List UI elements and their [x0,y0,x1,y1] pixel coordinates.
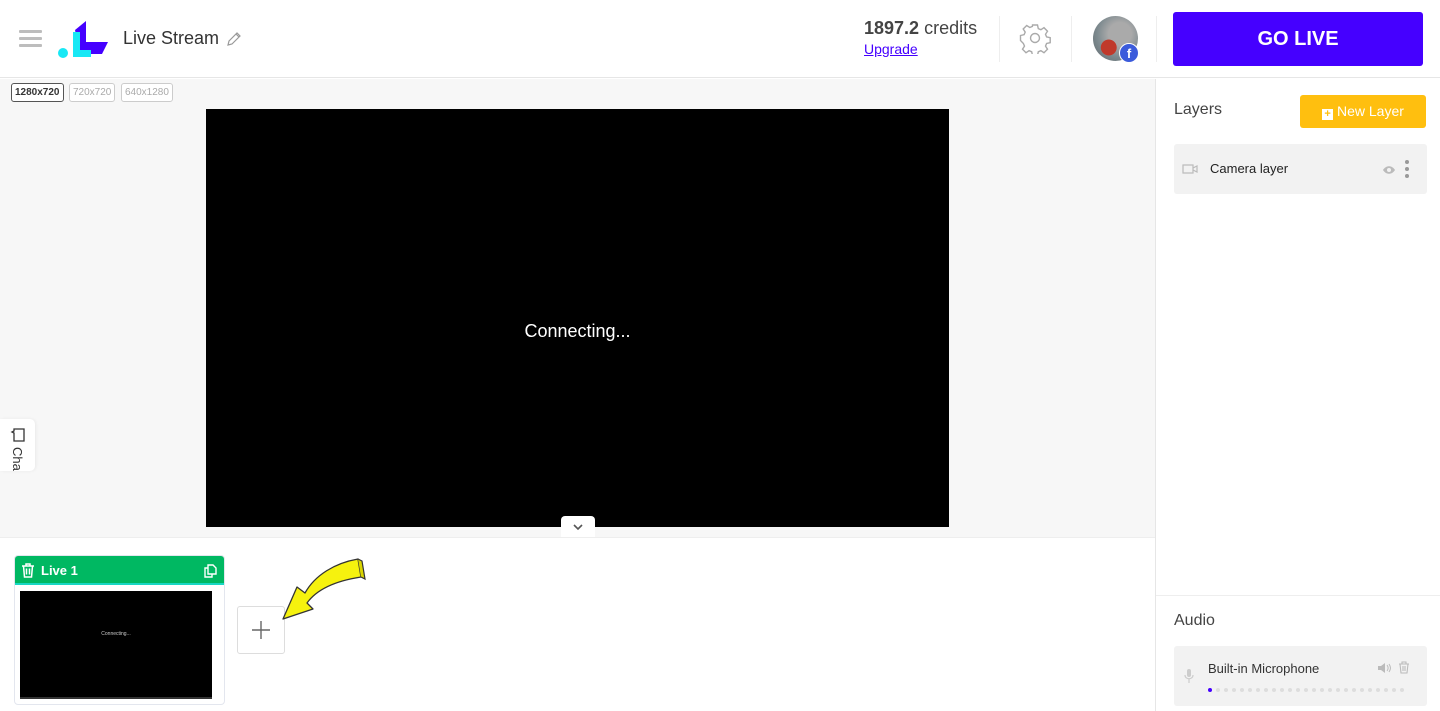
credits-unit: credits [924,18,978,38]
chat-tab-label: Chat [10,447,25,471]
plus-icon [252,621,270,639]
chevron-down-icon [573,524,583,531]
meter-dot [1368,688,1372,692]
layer-item[interactable]: Camera layer [1174,144,1427,194]
video-status-text: Connecting... [524,321,631,341]
meter-dot [1352,688,1356,692]
meter-dot [1392,688,1396,692]
meter-dot [1232,688,1236,692]
top-bar: Live Stream 1897.2 credits Upgrade f GO … [0,0,1440,78]
scene-thumbnail-text: Connecting... [101,631,131,637]
trash-icon[interactable] [21,563,35,578]
meter-dot [1256,688,1260,692]
new-layer-button[interactable]: + New Layer [1300,95,1426,128]
scene-thumbnail: Connecting... [20,591,212,699]
resolution-1280x720-button[interactable]: 1280x720 [11,83,64,102]
trash-icon[interactable] [1398,661,1410,674]
meter-dot [1240,688,1244,692]
divider [1156,595,1440,596]
menu-icon[interactable] [19,28,42,48]
divider [999,16,1000,62]
more-vertical-icon[interactable] [1404,159,1410,179]
meter-dot [1264,688,1268,692]
meter-dot [1328,688,1332,692]
app-logo [58,21,108,58]
microphone-icon [1184,669,1194,683]
speaker-icon[interactable] [1377,662,1391,674]
facebook-icon: f [1119,43,1139,63]
meter-dot [1376,688,1380,692]
credits-value: 1897.2 [864,18,920,38]
meter-dot [1304,688,1308,692]
credits-balance: 1897.2 credits [864,18,977,39]
right-panel: Layers + New Layer Camera layer Audio Bu… [1155,79,1440,711]
meter-dot [1384,688,1388,692]
stream-title: Live Stream [123,28,220,48]
meter-dot [1344,688,1348,692]
chat-tab[interactable]: Chat [0,419,35,471]
scene-header: Live 1 [15,556,224,585]
duplicate-icon[interactable] [204,564,217,578]
upgrade-link[interactable]: Upgrade [864,41,918,57]
layers-title: Layers [1174,101,1223,118]
collapse-button[interactable] [561,516,595,538]
layer-name: Camera layer [1210,161,1289,176]
meter-dot [1280,688,1284,692]
eye-icon[interactable] [1382,165,1396,175]
video-preview[interactable]: Connecting... [206,109,949,527]
scene-name: Live 1 [41,563,78,578]
meter-dot [1312,688,1316,692]
plus-square-icon: + [1322,109,1334,120]
go-live-button[interactable]: GO LIVE [1173,12,1423,66]
resolution-720x720-button[interactable]: 720x720 [69,83,116,102]
scene-card[interactable]: Live 1 Connecting... [14,555,225,705]
meter-dot [1216,688,1220,692]
meter-dot [1288,688,1292,692]
meter-dot [1360,688,1364,692]
pencil-icon[interactable] [226,31,242,47]
meter-dot [1296,688,1300,692]
curved-arrow-icon [282,558,366,620]
meter-dot [1224,688,1228,692]
canvas-area: 1280x720 720x720 640x1280 Connecting... … [0,79,1155,538]
meter-dot [1336,688,1340,692]
audio-title: Audio [1174,612,1215,629]
audio-level-meter [1208,688,1404,692]
meter-dot [1208,688,1212,692]
meter-dot [1272,688,1276,692]
gear-icon[interactable] [1019,22,1051,54]
new-layer-label: New Layer [1336,103,1404,119]
audio-source-name: Built-in Microphone [1208,661,1320,676]
resolution-640x1280-button[interactable]: 640x1280 [121,83,173,102]
divider [1071,16,1072,62]
meter-dot [1400,688,1404,692]
audio-item: Built-in Microphone [1174,646,1427,706]
chat-bubble-icon [10,428,25,442]
meter-dot [1320,688,1324,692]
scenes-bar: Live 1 Connecting... [0,537,1155,711]
divider [1156,16,1157,62]
video-camera-icon [1182,164,1198,174]
meter-dot [1248,688,1252,692]
